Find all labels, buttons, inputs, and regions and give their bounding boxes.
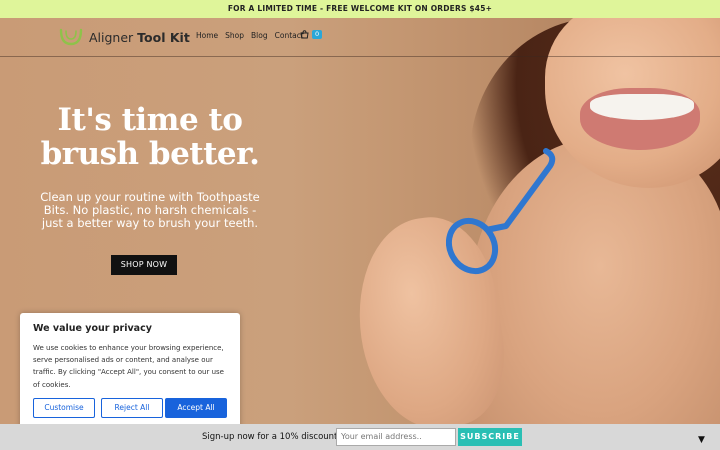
headline-line-1: It's time to bbox=[57, 102, 243, 138]
cookie-title: We value your privacy bbox=[33, 323, 152, 334]
hero-teeth bbox=[590, 94, 694, 120]
cart-count-badge: 0 bbox=[312, 30, 323, 39]
nav-home[interactable]: Home bbox=[196, 31, 218, 40]
subscribe-button[interactable]: SUBSCRIBE bbox=[458, 428, 522, 446]
cookie-body: We use cookies to enhance your browsing … bbox=[33, 344, 224, 389]
customise-button[interactable]: Customise bbox=[33, 398, 95, 418]
nav-blog[interactable]: Blog bbox=[251, 31, 268, 40]
email-input[interactable]: Your email address.. bbox=[336, 428, 456, 446]
chevron-down-icon[interactable]: ▼ bbox=[698, 435, 705, 445]
logo-text: Aligner Tool Kit bbox=[89, 29, 190, 45]
hero-headline: It's time to brush better. bbox=[30, 103, 270, 171]
cookie-consent-dialog: We value your privacy We use cookies to … bbox=[20, 313, 240, 430]
headline-line-2: brush better. bbox=[40, 136, 260, 172]
signup-text: Sign-up now for a 10% discount! bbox=[202, 432, 341, 442]
shop-now-button[interactable]: SHOP NOW bbox=[111, 255, 177, 275]
nav-shop[interactable]: Shop bbox=[225, 31, 244, 40]
hero-subtext: Clean up your routine with Toothpaste Bi… bbox=[40, 190, 260, 230]
main-nav: Home Shop Blog Contact bbox=[196, 31, 304, 40]
reject-all-button[interactable]: Reject All bbox=[101, 398, 163, 418]
site-logo[interactable]: Aligner Tool Kit bbox=[58, 26, 190, 48]
cart-icon bbox=[300, 30, 309, 39]
aligner-pick-icon bbox=[446, 148, 556, 275]
cart-button[interactable]: 0 bbox=[300, 30, 323, 39]
accept-all-button[interactable]: Accept All bbox=[165, 398, 227, 418]
promo-banner: FOR A LIMITED TIME - FREE WELCOME KIT ON… bbox=[0, 0, 720, 18]
aligner-logo-icon bbox=[59, 28, 83, 46]
